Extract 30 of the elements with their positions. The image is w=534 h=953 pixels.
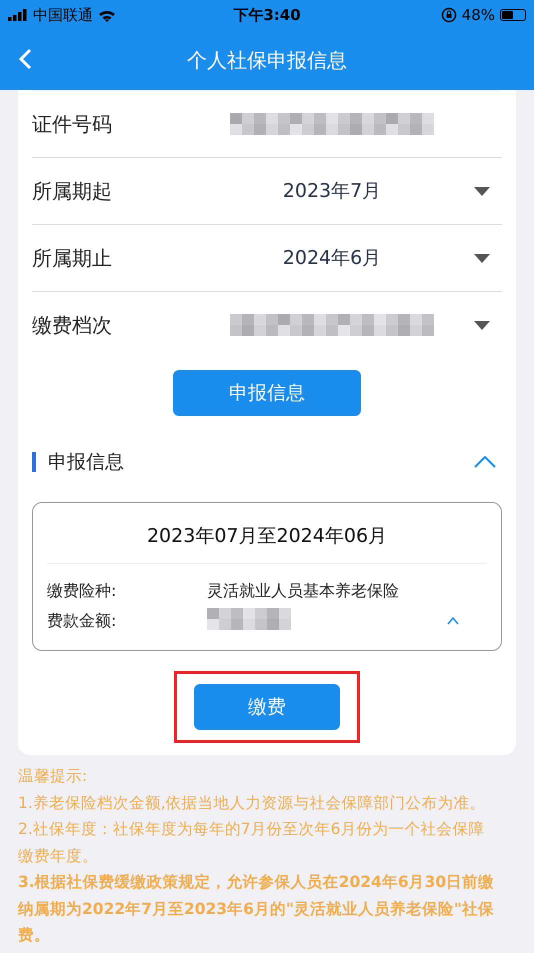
dropdown-caret-icon[interactable] bbox=[474, 254, 490, 262]
record-period: 2023年07月至2024年06月 bbox=[47, 503, 487, 564]
clock-time: 下午3:40 bbox=[233, 6, 301, 24]
record-label: 缴费险种: bbox=[47, 580, 118, 602]
page-title: 个人社保申报信息 bbox=[187, 46, 347, 74]
battery-icon bbox=[500, 9, 526, 21]
tip-text: 3.根据社保费缓缴政策规定，允许参保人员在2024年6月30日前缴纳属期为2022年7月至2023年6月的"灵活就业人员养老保险"社保费。 bbox=[18, 872, 496, 946]
chevron-up-icon[interactable] bbox=[474, 456, 496, 468]
field-value[interactable]: 2023年7月 bbox=[282, 178, 382, 204]
carrier-name: 中国联通 bbox=[33, 6, 93, 24]
dropdown-caret-icon[interactable] bbox=[474, 320, 490, 330]
rotation-lock-icon bbox=[440, 7, 457, 23]
field-label: 所属期起 bbox=[32, 178, 113, 204]
battery-percent: 48% bbox=[462, 6, 496, 24]
signal-icon bbox=[8, 9, 28, 21]
wifi-icon bbox=[98, 8, 116, 22]
field-label: 缴费档次 bbox=[32, 312, 113, 338]
tip-text: 1.养老保险档次金额,依据当地人力资源与社会保障部门公布为准。 bbox=[18, 792, 487, 814]
pay-button[interactable]: 缴费 bbox=[194, 684, 340, 730]
field-value[interactable]: 2024年6月 bbox=[282, 245, 382, 271]
section-title: 申报信息 bbox=[48, 450, 125, 475]
tip-text: 2.社保年度：社保年度为每年的7月份至次年6月份为一个社会保障缴费年度。 bbox=[18, 819, 486, 866]
tip-text: 温馨提示: bbox=[18, 766, 88, 787]
record-value: 灵活就业人员基本养老保险 bbox=[207, 580, 399, 600]
field-label: 证件号码 bbox=[32, 110, 113, 138]
record-label: 费款金额: bbox=[47, 610, 118, 632]
field-label: 所属期止 bbox=[32, 244, 113, 272]
chevron-up-icon[interactable] bbox=[447, 617, 459, 625]
submit-button[interactable]: 申报信息 bbox=[173, 370, 361, 416]
dropdown-caret-icon[interactable] bbox=[474, 186, 490, 196]
